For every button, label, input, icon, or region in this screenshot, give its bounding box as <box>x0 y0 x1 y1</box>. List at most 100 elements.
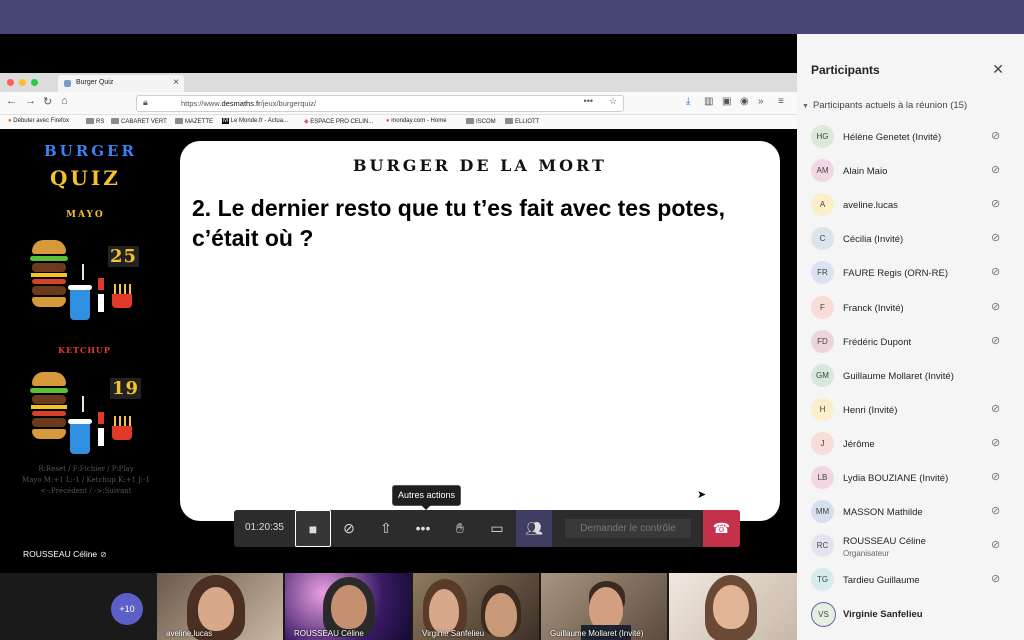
drink-cup-icon <box>68 285 92 320</box>
more-participants-button[interactable]: +10 <box>111 593 143 625</box>
close-panel-icon[interactable]: ✕ <box>992 61 1004 78</box>
mic-off-icon: ⊘ <box>991 573 1001 586</box>
menu-icon: ≡ <box>778 96 784 107</box>
participant-row[interactable]: H Henri (Invité) ⊘ <box>797 395 1024 429</box>
share-screen-button[interactable]: ⇧ <box>368 510 404 547</box>
participant-row[interactable]: TG Tardieu Guillaume ⊘ <box>797 565 1024 599</box>
camera-button[interactable]: ■ <box>295 510 331 547</box>
thumbnail-name: aveline.lucas <box>166 629 213 638</box>
participant-row[interactable]: AM Alain Maio ⊘ <box>797 156 1024 190</box>
thumbnail-name: ROUSSEAU Céline <box>294 629 364 638</box>
participant-row[interactable]: C Cécilia (Invité) ⊘ <box>797 224 1024 258</box>
participant-name: Hélène Genetet (Invité) <box>843 132 942 143</box>
fries-icon <box>112 416 132 440</box>
more-actions-button[interactable]: ••• <box>405 510 441 547</box>
burger-icon <box>30 372 68 446</box>
meeting-timer: 01:20:35 <box>245 522 284 533</box>
library-icon: ▥ <box>704 96 714 107</box>
participant-row[interactable]: MM MASSON Mathilde ⊘ <box>797 497 1024 531</box>
bookmark-item: MAZETTE <box>175 118 213 125</box>
participant-row[interactable]: VS Virginie Sanfelieu <box>797 599 1024 633</box>
reload-icon: ↻ <box>43 96 53 108</box>
mic-off-icon: ⊘ <box>991 402 1001 415</box>
tab-title: Burger Quiz <box>76 79 114 86</box>
mic-off-icon: ⊘ <box>991 300 1001 313</box>
avatar: A <box>811 193 834 217</box>
participants-button[interactable]: 👥︎ <box>516 510 552 547</box>
browser-tab: Burger Quiz × <box>58 75 184 92</box>
logo-quiz: QUIZ <box>50 166 121 190</box>
straw-icon <box>82 396 84 412</box>
avatar: RC <box>811 534 834 558</box>
participant-name: Virginie Sanfelieu <box>843 609 923 621</box>
participant-name: Henri (Invité) <box>843 404 898 416</box>
browser-tab-bar: Burger Quiz × <box>0 73 797 92</box>
participant-name: MASSON Mathilde <box>843 507 923 519</box>
chat-button[interactable]: ▭ <box>479 510 515 547</box>
mic-off-icon: ⊘ <box>991 539 1001 552</box>
participant-name: ROUSSEAU Céline <box>843 536 926 548</box>
bookmark-star-icon: ☆ <box>608 96 617 106</box>
participant-row[interactable]: LB Lydia BOUZIANE (Invité) ⊘ <box>797 463 1024 497</box>
lock-icon: 🔒︎ <box>143 97 148 107</box>
sidebar-icon: ▣ <box>722 96 732 107</box>
mic-off-icon: ⊘ <box>991 198 1001 211</box>
bookmark-item: ● Débuter avec Firefox <box>8 118 69 124</box>
raise-hand-button[interactable]: ✋︎ <box>442 510 478 547</box>
video-thumbnail[interactable]: Virginie Sanfelieu <box>413 573 539 640</box>
chevron-down-icon: ▼ <box>802 103 809 110</box>
avatar: MM <box>811 500 834 524</box>
mic-off-icon: ⊘ <box>991 436 1001 449</box>
participant-row[interactable]: RC ROUSSEAU Céline Organisateur ⊘ <box>797 531 1024 565</box>
participant-name: Jérôme <box>843 438 875 450</box>
video-thumbnail[interactable] <box>669 573 797 640</box>
bookmark-item: ◆ ESPACE PRO CELIN... <box>304 119 374 125</box>
participant-row[interactable]: Aaveline.lucas ⊘ <box>797 190 1024 224</box>
team-label-mayo: MAYO <box>66 210 105 220</box>
mic-off-icon: ⊘ <box>991 505 1001 518</box>
mayo-icon <box>98 294 104 312</box>
participant-name: Tardieu Guillaume <box>843 575 920 587</box>
participant-row[interactable]: F Franck (Invité) ⊘ <box>797 293 1024 327</box>
participant-name: Guillaume Mollaret (Invité) <box>843 370 954 382</box>
avatar: VS <box>811 602 836 628</box>
participant-row[interactable]: FR FAURE Regis (ORN-RE) ⊘ <box>797 258 1024 292</box>
video-thumbnail[interactable]: Guillaume Mollaret (Invité) <box>541 573 667 640</box>
bookmark-item: ● monday.com - Home <box>386 118 447 124</box>
overflow-icon: » <box>758 96 764 107</box>
url-bar: 🔒︎ https://www.desmaths.fr/jeux/burgerqu… <box>136 95 624 112</box>
logo-burger: BURGER <box>44 142 137 160</box>
question-card: BURGER DE LA MORT 2. Le dernier resto qu… <box>180 141 780 521</box>
keyboard-help: R:Reset / F:Fichier / P:Play Mayo M:+1 L… <box>22 465 150 495</box>
bookmark-item: M Le Monde.fr - Actua... <box>222 118 289 124</box>
ketchup-icon <box>98 278 104 290</box>
participant-name: Alain Maio <box>843 166 888 178</box>
chat-icon: ▭ <box>490 520 504 536</box>
video-thumbnail[interactable]: ROUSSEAU Céline <box>285 573 411 640</box>
forward-icon: → <box>25 95 36 107</box>
meeting-controls-bar: 01:20:35 ■ ⊘ ⇧ ••• ✋︎ ▭ 👥︎ Demander le c… <box>234 510 740 547</box>
score-mayo: 25 <box>108 246 140 267</box>
request-control-button[interactable]: Demander le contrôle <box>565 519 691 538</box>
mic-off-icon: ⊘ <box>991 266 1001 279</box>
avatar: TG <box>811 568 834 592</box>
mic-off-icon: ⊘ <box>991 471 1001 483</box>
participant-row[interactable]: GM Guillaume Mollaret (Invité) <box>797 361 1024 395</box>
avatar: AM <box>811 159 834 183</box>
hand-icon: ✋︎ <box>456 520 464 536</box>
hang-up-button[interactable]: ☎︎ <box>703 510 740 547</box>
participant-row[interactable]: FD Frédéric Dupont ⊘ <box>797 327 1024 361</box>
mouse-cursor-icon: ➤ <box>697 489 707 501</box>
phone-hangup-icon: ☎︎ <box>712 520 731 536</box>
participant-row[interactable]: J Jérôme ⊘ <box>797 429 1024 463</box>
participants-icon: 👥︎ <box>525 520 543 536</box>
close-window-icon <box>7 79 14 86</box>
video-thumbnail[interactable]: aveline.lucas <box>157 573 283 640</box>
download-icon: ⤓ <box>686 96 691 107</box>
card-heading: BURGER DE LA MORT <box>353 156 607 175</box>
participant-row[interactable]: HG Hélène Genetet (Invité) ⊘ <box>797 122 1024 156</box>
microphone-button[interactable]: ⊘ <box>331 510 367 547</box>
panel-title: Participants <box>811 63 880 77</box>
bookmark-item: CABARET VERT <box>111 118 167 125</box>
participants-section-header[interactable]: ▼ Participants actuels à la réunion (15) <box>802 100 967 111</box>
